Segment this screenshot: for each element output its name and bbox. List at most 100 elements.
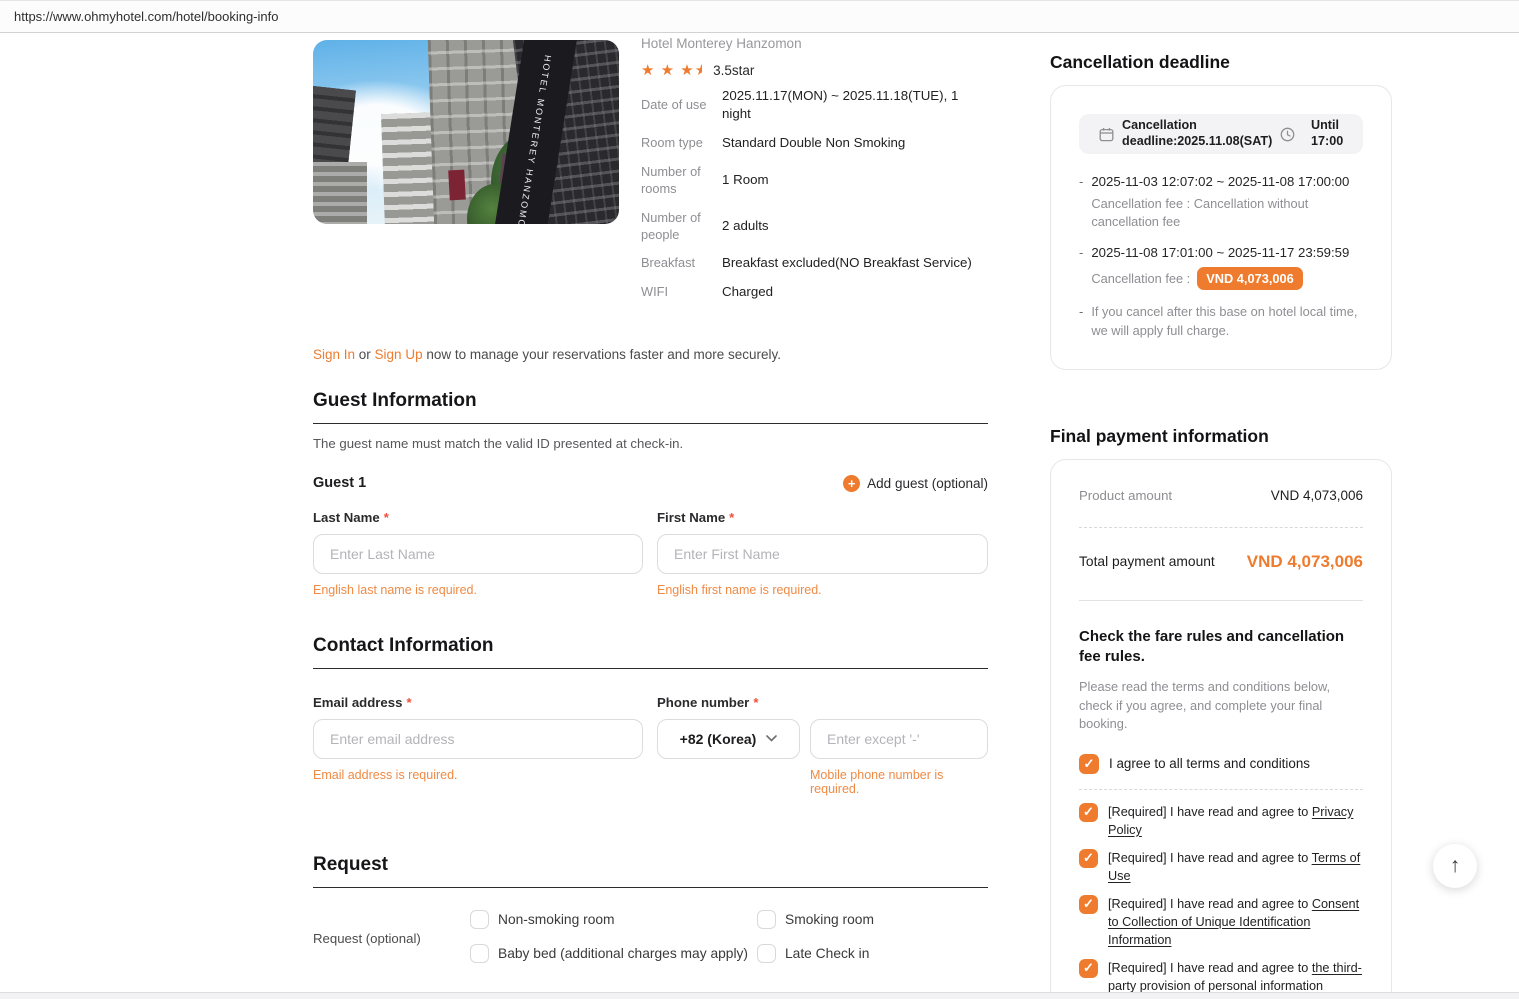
detail-value: 1 Room xyxy=(722,172,769,188)
checkbox-unchecked-icon[interactable] xyxy=(757,909,776,929)
cancellation-rules-list: - 2025-11-03 12:07:02 ~ 2025-11-08 17:00… xyxy=(1079,173,1363,341)
request-optional-label: Request (optional) xyxy=(313,930,421,946)
checkbox-checked-icon[interactable]: ✓ xyxy=(1079,802,1098,822)
country-code-select[interactable]: +82 (Korea) xyxy=(657,718,800,759)
payment-title: Final payment information xyxy=(1050,425,1269,446)
sign-in-link[interactable]: Sign In xyxy=(313,347,355,362)
request-title: Request xyxy=(313,853,388,875)
checkbox-unchecked-icon[interactable] xyxy=(470,909,489,929)
arrow-up-icon: ↑ xyxy=(1449,854,1461,877)
required-asterisk: * xyxy=(406,694,412,710)
detail-label: WIFI xyxy=(641,284,669,300)
checkbox-smoking-room[interactable]: Smoking room xyxy=(757,909,988,929)
checkbox-non-smoking-room[interactable]: Non-smoking room xyxy=(470,909,757,929)
required-asterisk: * xyxy=(753,694,759,710)
browser-url-bar[interactable]: https://www.ohmyhotel.com/hotel/booking-… xyxy=(0,0,1519,33)
deadline-summary-bar: Cancellation deadline:2025.11.08(SAT) Un… xyxy=(1079,114,1363,154)
first-name-input[interactable] xyxy=(657,533,988,574)
last-name-field-group: Last Name* English last name is required… xyxy=(313,510,643,597)
detail-label: Number of people xyxy=(641,209,701,242)
guest-info-title: Guest Information xyxy=(313,389,477,411)
first-name-label: First Name * xyxy=(657,509,735,525)
dashed-divider xyxy=(1079,788,1363,790)
term-checkbox-third-party[interactable]: ✓ [Required] I have read and agree to th… xyxy=(1079,958,1363,995)
clock-icon xyxy=(1280,127,1295,142)
plus-icon: + xyxy=(843,474,861,492)
option-label: Late Check in xyxy=(785,945,870,961)
dash-bullet: - xyxy=(1079,174,1084,189)
total-amount-value: VND 4,073,006 xyxy=(1246,551,1363,571)
rule-date-range: 2025-11-03 12:07:02 ~ 2025-11-08 17:00:0… xyxy=(1091,174,1350,189)
payment-panel: Product amount VND 4,073,006 Total payme… xyxy=(1050,458,1392,999)
star-icon: ★ ★ ★ xyxy=(641,62,695,80)
agree-all-label: I agree to all terms and conditions xyxy=(1109,756,1310,772)
checkbox-checked-icon[interactable]: ✓ xyxy=(1079,848,1098,868)
detail-label: Room type xyxy=(641,135,703,151)
email-label: Email address * xyxy=(313,694,412,710)
checkbox-unchecked-icon[interactable] xyxy=(757,943,776,963)
phone-number-input[interactable] xyxy=(810,718,988,759)
email-error: Email address is required. xyxy=(313,767,458,782)
first-name-field-group: First Name* English first name is requir… xyxy=(657,510,988,597)
fare-rules-title: Check the fare rules and cancellation fe… xyxy=(1079,627,1345,665)
hotel-summary: HOTEL MONTEREY HANZOMON Hotel Monterey H… xyxy=(313,36,988,301)
checkbox-checked-icon[interactable]: ✓ xyxy=(1079,958,1098,978)
guest-1-label: Guest 1 xyxy=(313,475,367,492)
fare-rules-desc: Please read the terms and conditions bel… xyxy=(1079,679,1331,732)
term-checkbox-unique-id-consent[interactable]: ✓ [Required] I have read and agree to Co… xyxy=(1079,894,1363,949)
first-name-error: English first name is required. xyxy=(657,582,822,597)
detail-value: Charged xyxy=(722,284,774,299)
hotel-info-block: Hotel Monterey Hanzomon ★ ★ ★ ★ 3.5star … xyxy=(641,36,988,301)
chevron-down-icon xyxy=(766,735,778,743)
detail-label: Number of rooms xyxy=(641,164,701,197)
dashed-divider xyxy=(1079,526,1363,528)
detail-value: Breakfast excluded(NO Breakfast Service) xyxy=(722,255,972,271)
deadline-until-text: Until 17:00 xyxy=(1311,118,1344,148)
email-input[interactable] xyxy=(313,718,643,759)
last-name-label: Last Name * xyxy=(313,509,389,525)
signin-prompt: Sign In or Sign Up now to manage your re… xyxy=(313,347,988,362)
checkbox-checked-icon[interactable]: ✓ xyxy=(1079,753,1099,774)
checkbox-checked-icon[interactable]: ✓ xyxy=(1079,894,1098,914)
term-checkbox-privacy-policy[interactable]: ✓ [Required] I have read and agree to Pr… xyxy=(1079,802,1363,839)
scroll-to-top-button[interactable]: ↑ xyxy=(1433,844,1477,888)
checkbox-unchecked-icon[interactable] xyxy=(470,943,489,963)
section-divider xyxy=(313,422,988,424)
term-checkbox-terms-of-use[interactable]: ✓ [Required] I have read and agree to Te… xyxy=(1079,848,1363,885)
section-divider xyxy=(313,886,988,888)
option-label: Smoking room xyxy=(785,911,874,927)
required-asterisk: * xyxy=(383,509,389,525)
hotel-photo: HOTEL MONTEREY HANZOMON xyxy=(313,40,619,224)
hotel-sign-text: HOTEL MONTEREY HANZOMON xyxy=(514,54,554,224)
dash-bullet: - xyxy=(1079,304,1084,320)
last-name-input[interactable] xyxy=(313,533,643,574)
half-star-icon: ★ xyxy=(694,62,709,80)
rule-date-range: 2025-11-08 17:01:00 ~ 2025-11-17 23:59:5… xyxy=(1091,244,1350,260)
detail-value: 2025.11.17(MON) ~ 2025.11.18(TUE), 1 nig… xyxy=(722,88,959,122)
hotel-name: Hotel Monterey Hanzomon xyxy=(641,36,802,51)
country-code-value: +82 (Korea) xyxy=(679,730,757,747)
agree-all-checkbox[interactable]: ✓ I agree to all terms and conditions xyxy=(1079,753,1363,774)
bottom-section-edge xyxy=(0,992,1519,999)
solid-divider xyxy=(1079,599,1363,601)
rule-fee-prefix: Cancellation fee : xyxy=(1091,270,1191,286)
add-guest-button[interactable]: + Add guest (optional) xyxy=(843,474,988,492)
checkbox-late-check-in[interactable]: Late Check in xyxy=(757,943,988,963)
request-options: Non-smoking room Smoking room Baby bed (… xyxy=(470,909,988,963)
cancellation-panel: Cancellation deadline:2025.11.08(SAT) Un… xyxy=(1050,85,1392,370)
signin-or-text: or xyxy=(355,346,375,362)
detail-value: Standard Double Non Smoking xyxy=(722,135,906,151)
page-url[interactable]: https://www.ohmyhotel.com/hotel/booking-… xyxy=(14,9,278,24)
detail-label: Breakfast xyxy=(641,255,696,271)
cancellation-rule-item: - 2025-11-08 17:01:00 ~ 2025-11-17 23:59… xyxy=(1079,244,1363,291)
hotel-flag xyxy=(448,169,466,201)
checkbox-baby-bed[interactable]: Baby bed (additional charges may apply) xyxy=(470,943,757,963)
signin-rest-text: now to manage your reservations faster a… xyxy=(422,346,782,362)
dash-bullet: - xyxy=(1079,244,1084,260)
email-field-group: Email address* Email address is required… xyxy=(313,695,643,796)
hotel-rating: ★ ★ ★ ★ 3.5star xyxy=(641,61,988,79)
full-charge-note: If you cancel after this base on hotel l… xyxy=(1091,304,1358,338)
detail-label: Date of use xyxy=(641,97,707,113)
sign-up-link[interactable]: Sign Up xyxy=(375,347,423,362)
rating-text: 3.5star xyxy=(713,62,755,78)
